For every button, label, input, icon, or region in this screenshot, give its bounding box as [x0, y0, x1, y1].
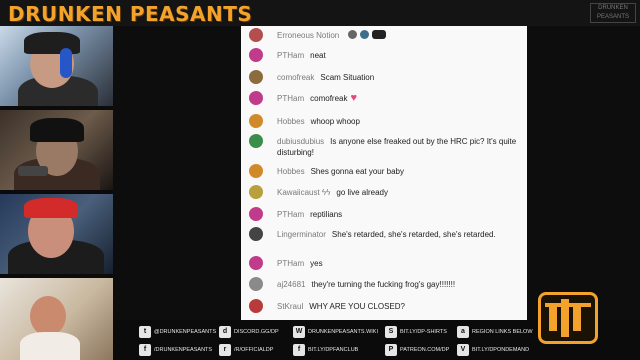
webcam-host-2: [0, 110, 113, 190]
reddit-icon: r: [219, 344, 231, 356]
patreon-icon: P: [385, 344, 397, 356]
shirts-link[interactable]: S BIT.LY/DP-SHIRTS: [385, 323, 447, 341]
chat-text: WHY ARE YOU CLOSED?: [309, 302, 405, 311]
chat-text: they're turning the fucking frog's gay!!…: [311, 280, 456, 289]
sunglasses-icon: [372, 30, 387, 39]
reddit-link[interactable]: r/R/OFFICIALDP: [219, 341, 273, 359]
wiki-link[interactable]: W DRUNKENPEASANTS.WIKI: [293, 323, 378, 341]
chat-username[interactable]: PTHam: [277, 94, 304, 103]
emote-icon: [360, 30, 370, 39]
user-avatar: [249, 114, 263, 128]
user-avatar: [249, 299, 263, 313]
user-avatar: [249, 28, 263, 42]
wiki-icon: W: [293, 326, 305, 338]
chat-text: whoop whoop: [310, 117, 360, 126]
user-avatar: [249, 256, 263, 270]
amazon-link[interactable]: a REGION LINKS BELOW: [457, 323, 533, 341]
chat-text: Shes gonna eat your baby: [310, 167, 404, 176]
user-avatar: [249, 227, 263, 241]
discord-icon: d: [219, 326, 231, 338]
chat-username[interactable]: StKraul: [277, 302, 303, 311]
twitter-icon: t: [139, 326, 151, 338]
user-avatar: [249, 48, 263, 62]
chat-username[interactable]: dubiusdubius: [277, 137, 324, 146]
chat-text: She's retarded, she's retarded, she's re…: [331, 230, 496, 239]
webcam-host-1: [0, 26, 113, 106]
user-avatar: [249, 164, 263, 178]
chat-panel[interactable]: Erroneous Notion PTHam neat comofreak Scam…: [241, 26, 527, 320]
mic-icon: [348, 30, 358, 39]
chat-username[interactable]: PTHam: [277, 259, 304, 268]
amazon-icon: a: [457, 326, 469, 338]
twitter-link[interactable]: t @DRUNKENPEASANTS: [139, 323, 216, 341]
user-avatar: [249, 207, 263, 221]
discord-link[interactable]: d DISCORD.GG/DP: [219, 323, 279, 341]
user-avatar: [249, 185, 263, 199]
chat-text: reptilians: [310, 210, 343, 219]
user-avatar: [249, 134, 263, 148]
chat-username[interactable]: aj24681: [277, 280, 305, 289]
chat-username[interactable]: PTHam: [277, 51, 304, 60]
webcam-host-4: [0, 278, 113, 360]
chat-username[interactable]: Kawaiicaust ϟϟ: [277, 188, 330, 197]
user-avatar: [249, 277, 263, 291]
shirt-icon: S: [385, 326, 397, 338]
chat-username[interactable]: comofreak: [277, 73, 314, 82]
fanclub-link[interactable]: f BIT.LY/DPFANCLUB: [293, 341, 358, 359]
patreon-link[interactable]: P PATREON.COM/DP: [385, 341, 449, 359]
chat-username[interactable]: Erroneous Notion: [277, 31, 339, 40]
brand-title: DRUNKEN PEASANTS: [8, 2, 253, 26]
dp-logo-icon: [538, 292, 598, 344]
fanclub-icon: f: [293, 344, 305, 356]
chat-username[interactable]: PTHam: [277, 210, 304, 219]
chat-username[interactable]: Hobbes: [277, 117, 305, 126]
facebook-icon: f: [139, 344, 151, 356]
chat-text: go live already: [336, 188, 388, 197]
webcam-column: [0, 26, 113, 360]
chat-username[interactable]: Lingerminator: [277, 230, 326, 239]
user-avatar: [249, 91, 263, 105]
vimeo-link[interactable]: V BIT.LY/DPONDEMAND: [457, 341, 529, 359]
user-avatar: [249, 70, 263, 84]
corner-logo: DRUNKEN PEASANTS: [590, 3, 636, 23]
chat-text: comofreak: [310, 94, 348, 103]
chat-text: Scam Situation: [320, 73, 375, 82]
chat-text: neat: [310, 51, 326, 60]
facebook-link[interactable]: f/DRUNKENPEASANTS: [139, 341, 212, 359]
webcam-host-3: [0, 194, 113, 274]
vimeo-icon: V: [457, 344, 469, 356]
chat-text: yes: [310, 259, 323, 268]
chat-username[interactable]: Hobbes: [277, 167, 305, 176]
heart-icon: ♥: [350, 92, 358, 104]
stream-header: DRUNKEN PEASANTS DRUNKEN PEASANTS: [0, 0, 640, 26]
